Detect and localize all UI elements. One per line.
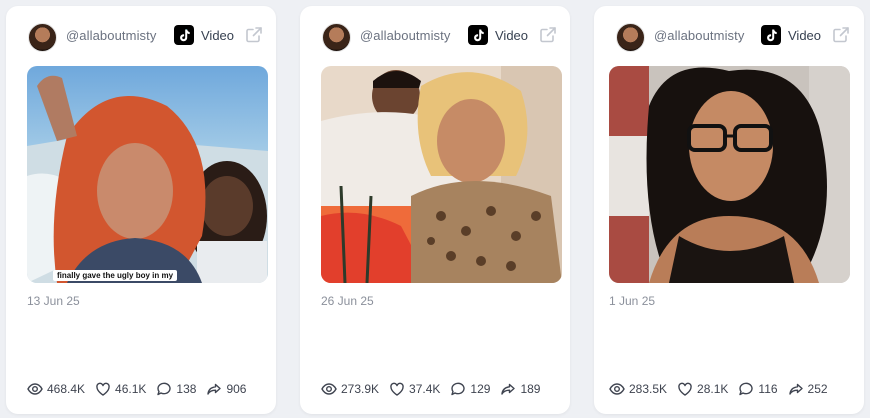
- card-header: @allaboutmisty Video: [300, 6, 570, 66]
- comment-icon: [451, 382, 466, 396]
- views-stat: 283.5K: [609, 381, 667, 397]
- card-header: @allaboutmisty Video: [6, 6, 276, 66]
- post-card[interactable]: @allaboutmisty Video 1 Jun 25 283.5K 28.…: [594, 6, 864, 414]
- external-link-icon[interactable]: [832, 26, 850, 44]
- content-type-label: Video: [201, 28, 235, 43]
- views-stat: 468.4K: [27, 381, 85, 397]
- comments-stat: 129: [450, 381, 490, 397]
- tiktok-icon: [761, 25, 781, 45]
- account-handle[interactable]: @allaboutmisty: [66, 28, 156, 43]
- shares-stat: 189: [500, 381, 540, 397]
- avatar[interactable]: [616, 23, 645, 52]
- external-link-icon[interactable]: [539, 26, 557, 44]
- eye-icon: [321, 383, 337, 395]
- stats-row: 273.9K 37.4K 129 189: [321, 381, 550, 397]
- views-count: 283.5K: [629, 382, 668, 396]
- shares-count: 189: [520, 382, 541, 396]
- likes-count: 46.1K: [115, 382, 147, 396]
- post-date: 26 Jun 25: [321, 294, 374, 308]
- external-link-icon[interactable]: [245, 26, 263, 44]
- stats-row: 283.5K 28.1K 116 252: [609, 381, 838, 397]
- shares-stat: 252: [788, 381, 828, 397]
- stats-row: 468.4K 46.1K 138 906: [27, 381, 256, 397]
- likes-stat: 46.1K: [95, 381, 146, 397]
- share-icon: [207, 383, 222, 395]
- comments-count: 138: [176, 382, 197, 396]
- share-icon: [788, 383, 803, 395]
- shares-stat: 906: [206, 381, 246, 397]
- share-icon: [501, 383, 516, 395]
- avatar[interactable]: [322, 23, 351, 52]
- comments-stat: 116: [738, 381, 778, 397]
- post-date: 1 Jun 25: [609, 294, 656, 308]
- content-type-label: Video: [495, 28, 529, 43]
- heart-icon: [390, 382, 404, 396]
- account-handle[interactable]: @allaboutmisty: [654, 28, 744, 43]
- shares-count: 906: [226, 382, 247, 396]
- card-header: @allaboutmisty Video: [594, 6, 864, 66]
- likes-stat: 37.4K: [389, 381, 440, 397]
- content-type-label: Video: [788, 28, 822, 43]
- comments-count: 129: [470, 382, 491, 396]
- eye-icon: [27, 383, 43, 395]
- post-card[interactable]: @allaboutmisty Video finally gave the ug…: [6, 6, 276, 414]
- tiktok-icon: [468, 25, 488, 45]
- heart-icon: [96, 382, 110, 396]
- account-handle[interactable]: @allaboutmisty: [360, 28, 450, 43]
- comment-icon: [157, 382, 172, 396]
- views-stat: 273.9K: [321, 381, 379, 397]
- post-card[interactable]: @allaboutmisty Video 26 Jun 25 273.9K 37…: [300, 6, 570, 414]
- tiktok-icon: [174, 25, 194, 45]
- eye-icon: [609, 383, 625, 395]
- likes-count: 37.4K: [409, 382, 441, 396]
- comments-stat: 138: [156, 381, 196, 397]
- heart-icon: [678, 382, 692, 396]
- video-thumbnail[interactable]: [321, 66, 562, 283]
- avatar[interactable]: [28, 23, 57, 52]
- shares-count: 252: [807, 382, 828, 396]
- likes-count: 28.1K: [697, 382, 729, 396]
- views-count: 468.4K: [47, 382, 86, 396]
- likes-stat: 28.1K: [677, 381, 728, 397]
- comments-count: 116: [758, 382, 778, 396]
- views-count: 273.9K: [341, 382, 380, 396]
- video-thumbnail[interactable]: finally gave the ugly boy in my: [27, 66, 268, 283]
- comment-icon: [739, 382, 754, 396]
- video-thumbnail[interactable]: [609, 66, 850, 283]
- video-caption: finally gave the ugly boy in my: [53, 270, 178, 281]
- post-date: 13 Jun 25: [27, 294, 80, 308]
